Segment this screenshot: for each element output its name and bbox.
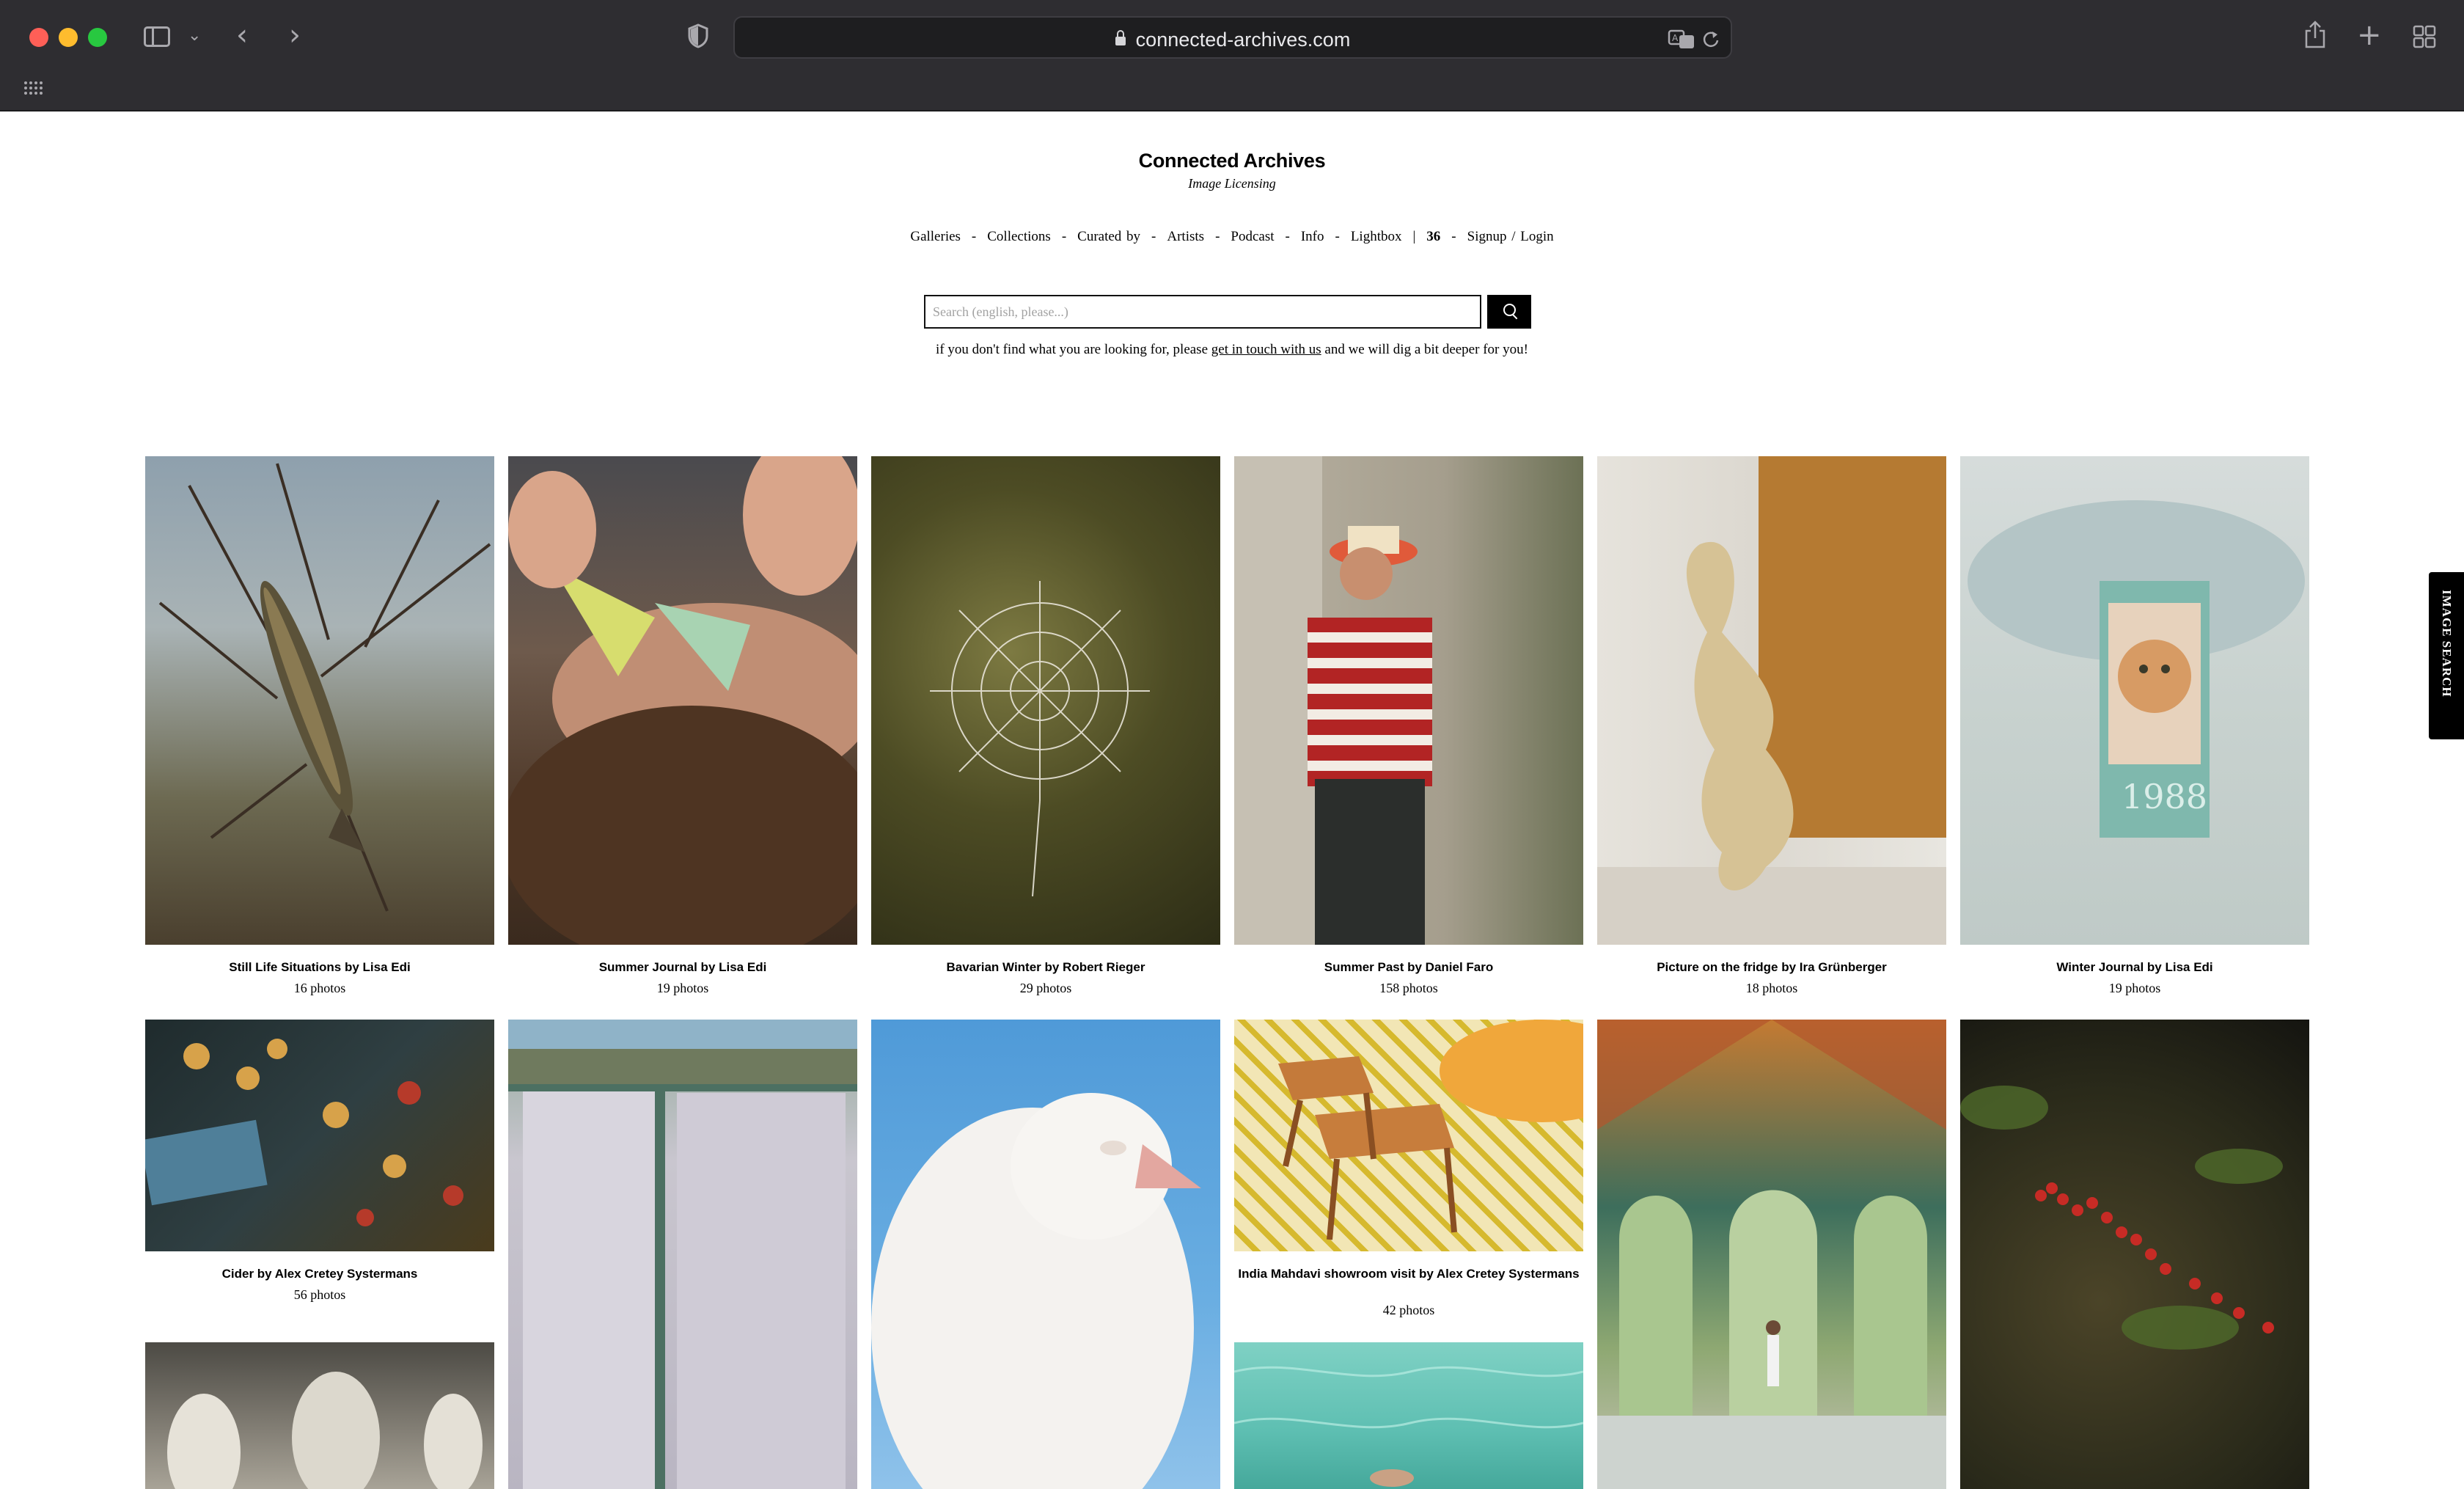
site-title[interactable]: Connected Archives bbox=[0, 150, 2464, 172]
notice-text: if you don't find what you are looking f… bbox=[936, 342, 1211, 357]
gallery-title[interactable]: Summer Past by Daniel Faro bbox=[1234, 959, 1583, 975]
gallery-thumbnail[interactable] bbox=[145, 456, 494, 945]
nav-collections[interactable]: Collections bbox=[987, 229, 1051, 244]
sidebar-toggle-icon[interactable] bbox=[144, 26, 170, 47]
contact-link[interactable]: get in touch with us bbox=[1211, 342, 1321, 357]
gallery-thumbnail[interactable] bbox=[1597, 1020, 1946, 1489]
nav-separator: - bbox=[1335, 229, 1340, 244]
gallery-thumbnail[interactable] bbox=[871, 456, 1220, 945]
nav-separator: - bbox=[1285, 229, 1290, 244]
minimize-window-button[interactable] bbox=[59, 28, 78, 47]
wooden-stools-illustration bbox=[1278, 1020, 1583, 1240]
back-arrow-icon[interactable]: ‹ bbox=[236, 21, 248, 50]
nav-pipe: | bbox=[1412, 229, 1416, 244]
gallery-title[interactable]: Bavarian Winter by Robert Rieger bbox=[871, 959, 1220, 975]
red-berries-illustration bbox=[1960, 1086, 2283, 1350]
gallery-thumbnail[interactable] bbox=[1234, 1342, 1583, 1489]
pool-swimmer-illustration bbox=[1234, 1366, 1583, 1487]
kitten-calendar-illustration: 1988 bbox=[1968, 500, 2305, 838]
nav-separator: - bbox=[1451, 229, 1456, 244]
gallery-thumbnail[interactable] bbox=[145, 1342, 494, 1489]
shuttlecock-face-illustration bbox=[508, 456, 857, 945]
gallery-thumbnail[interactable] bbox=[145, 1020, 494, 1251]
privacy-shield-icon[interactable] bbox=[688, 23, 708, 48]
gallery-photo-count: 158 photos bbox=[1379, 981, 1438, 995]
share-icon[interactable] bbox=[2304, 21, 2326, 50]
gallery-thumbnail[interactable] bbox=[508, 1020, 857, 1489]
apples-conveyor-illustration bbox=[145, 1039, 463, 1226]
zoom-window-button[interactable] bbox=[88, 28, 107, 47]
nav-separator: - bbox=[1151, 229, 1156, 244]
nav-artists[interactable]: Artists bbox=[1167, 229, 1204, 244]
gallery-title[interactable]: Cider by Alex Cretey Systermans bbox=[145, 1266, 494, 1281]
chevron-down-icon[interactable]: ⌄ bbox=[188, 28, 201, 44]
gallery-title[interactable]: Winter Journal by Lisa Edi bbox=[1960, 959, 2309, 975]
gallery-thumbnail[interactable] bbox=[1597, 456, 1946, 945]
image-search-tab-label: IMAGE SEARCH bbox=[2440, 590, 2454, 698]
gallery-photo-count: 19 photos bbox=[656, 981, 709, 995]
white-dove-illustration bbox=[871, 1093, 1201, 1489]
browser-toolbar: ⌄ ‹ › connected-archives.com A + bbox=[0, 0, 2464, 111]
image-search-tab[interactable]: IMAGE SEARCH bbox=[2429, 572, 2464, 739]
gallery-title[interactable]: Summer Journal by Lisa Edi bbox=[508, 959, 857, 975]
nav-separator: - bbox=[971, 229, 977, 244]
spider-web-illustration bbox=[930, 581, 1150, 897]
address-bar[interactable]: connected-archives.com A bbox=[733, 16, 1732, 59]
nav-curated-by[interactable]: Curated by bbox=[1077, 229, 1140, 244]
translate-icon[interactable]: A bbox=[1668, 28, 1697, 50]
gallery-photo-count: 18 photos bbox=[1745, 981, 1798, 995]
main-nav: Galleries - Collections - Curated by - Artists… bbox=[0, 229, 2464, 245]
gallery-photo-count: 16 photos bbox=[293, 981, 346, 995]
search-icon-handle bbox=[1512, 314, 1518, 320]
gallery-photo-count: 42 photos bbox=[1382, 1303, 1435, 1317]
url-text: connected-archives.com bbox=[735, 29, 1731, 51]
calendar-year-text: 1988 bbox=[2122, 777, 2207, 816]
nav-podcast[interactable]: Podcast bbox=[1231, 229, 1274, 244]
nav-separator: - bbox=[1061, 229, 1067, 244]
gallery-thumbnail[interactable] bbox=[871, 1020, 1220, 1489]
gallery-thumbnail[interactable] bbox=[1234, 1020, 1583, 1251]
nav-separator: - bbox=[1215, 229, 1220, 244]
tab-overview-icon[interactable] bbox=[2413, 25, 2436, 48]
gallery-thumbnail[interactable] bbox=[1234, 456, 1583, 945]
gallery-photo-count: 19 photos bbox=[2108, 981, 2161, 995]
svg-text:A: A bbox=[1672, 33, 1679, 43]
gallery-thumbnail[interactable] bbox=[508, 456, 857, 945]
gallery-thumbnail[interactable]: 1988 bbox=[1960, 456, 2309, 945]
close-window-button[interactable] bbox=[29, 28, 48, 47]
fish-branch-illustration bbox=[158, 463, 491, 912]
lightbox-count[interactable]: 36 bbox=[1426, 229, 1440, 244]
laundry-line-illustration bbox=[508, 1020, 857, 1489]
moroccan-pavilion-illustration bbox=[1597, 1020, 1946, 1489]
reload-icon[interactable] bbox=[1701, 29, 1720, 48]
gallery-photo-count: 56 photos bbox=[293, 1287, 346, 1302]
gallery-title[interactable]: Still Life Situations by Lisa Edi bbox=[145, 959, 494, 975]
site-subtitle: Image Licensing bbox=[1188, 176, 1276, 191]
favorites-grid-icon[interactable] bbox=[23, 81, 43, 95]
gallery-title[interactable]: India Mahdavi showroom visit by Alex Cre… bbox=[1234, 1266, 1583, 1281]
search-notice: if you don't find what you are looking f… bbox=[0, 342, 2464, 358]
search-button[interactable] bbox=[1487, 295, 1531, 329]
search-input[interactable] bbox=[924, 295, 1481, 329]
nav-galleries[interactable]: Galleries bbox=[910, 229, 961, 244]
nav-signup-login[interactable]: Signup / Login bbox=[1467, 229, 1554, 244]
lock-icon bbox=[1115, 30, 1126, 45]
statues-illustration bbox=[167, 1372, 483, 1489]
notice-text-end: and we will dig a bit deeper for you! bbox=[1321, 342, 1528, 357]
gallery-title[interactable]: Picture on the fridge by Ira Grünberger bbox=[1597, 959, 1946, 975]
ginger-root-illustration bbox=[1597, 456, 1946, 945]
new-tab-icon[interactable]: + bbox=[2357, 21, 2382, 50]
gallery-photo-count: 29 photos bbox=[1019, 981, 1072, 995]
nav-lightbox[interactable]: Lightbox bbox=[1351, 229, 1402, 244]
gallery-thumbnail[interactable] bbox=[1960, 1020, 2309, 1489]
forward-arrow-icon[interactable]: › bbox=[289, 21, 301, 50]
nav-info[interactable]: Info bbox=[1301, 229, 1324, 244]
striped-shirt-man-illustration bbox=[1234, 456, 1432, 945]
